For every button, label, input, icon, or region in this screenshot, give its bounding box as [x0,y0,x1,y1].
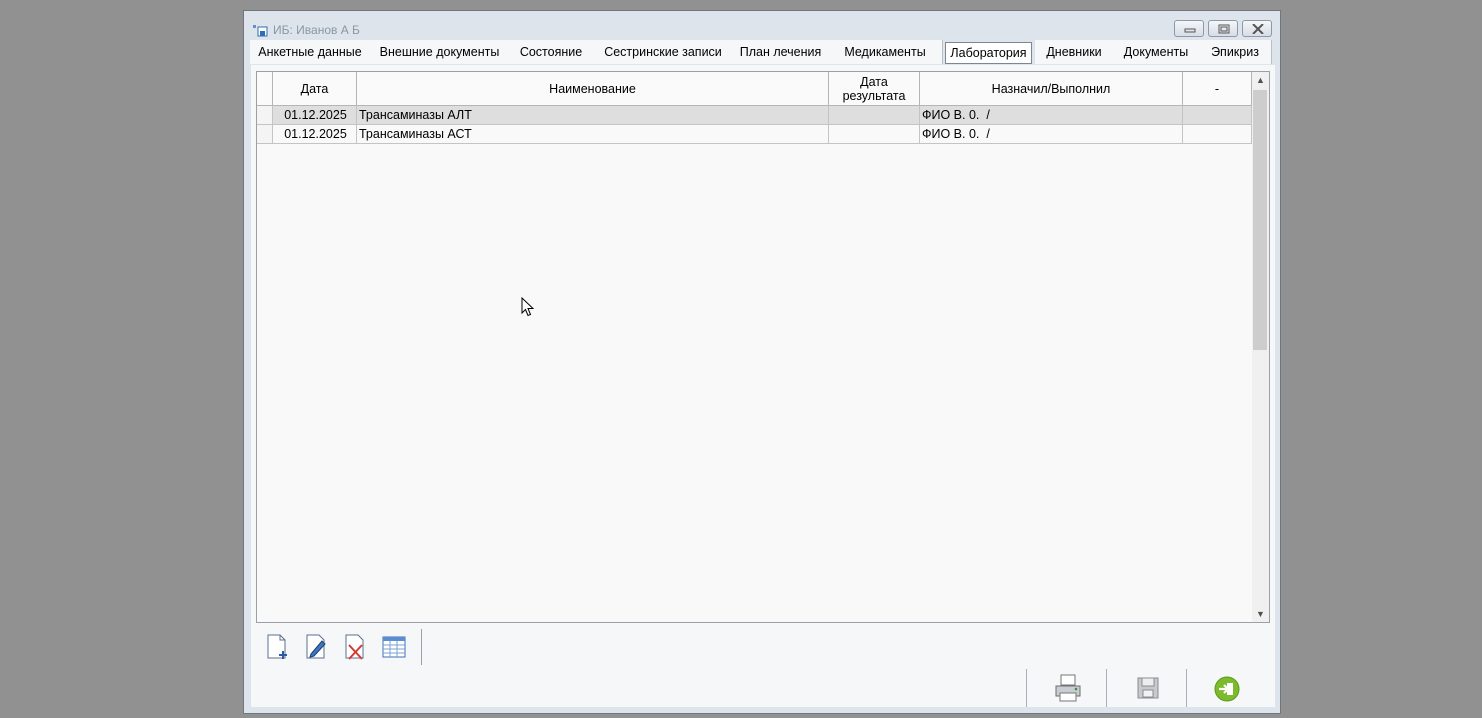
table-row[interactable]: 01.12.2025 Трансаминазы АЛТ ФИО В. 0. / [257,106,1252,125]
scroll-down-icon[interactable]: ▼ [1256,609,1265,619]
row-indicator[interactable] [257,125,273,144]
tab-condition[interactable]: Состояние [509,40,594,64]
cell-date[interactable]: 01.12.2025 [273,125,357,144]
cell-result-date[interactable] [829,125,920,144]
window-title: ИБ: Иванов А Б [273,23,360,37]
restore-icon [1218,24,1230,34]
patient-record-window: ИБ: Иванов А Б Анкетные данные Внешние д… [243,10,1281,714]
cell-name[interactable]: Трансаминазы АЛТ [357,106,829,125]
cell-name[interactable]: Трансаминазы АСТ [357,125,829,144]
cell-extra[interactable] [1183,106,1252,125]
vertical-scrollbar[interactable]: ▲ ▼ [1252,72,1269,622]
table-view-icon[interactable] [381,633,407,661]
column-header-name[interactable]: Наименование [357,72,829,106]
bottom-action-bar [251,669,1275,707]
tab-anketnye[interactable]: Анкетные данные [250,40,371,64]
tab-bar: Анкетные данные Внешние документы Состоя… [250,40,1274,66]
save-disk-icon[interactable] [1133,672,1163,704]
toolbar-separator [421,629,422,665]
exit-icon[interactable] [1212,672,1242,704]
minimize-button[interactable] [1174,20,1204,37]
maximize-button[interactable] [1208,20,1238,37]
app-icon [253,25,268,37]
cell-date[interactable]: 01.12.2025 [273,106,357,125]
table-toolbar [258,627,428,667]
tab-laboratory[interactable]: Лаборатория [945,42,1032,64]
scroll-up-icon[interactable]: ▲ [1256,75,1265,85]
column-header-assigned[interactable]: Назначил/Выполнил [920,72,1183,106]
cell-assigned[interactable]: ФИО В. 0. / [920,106,1183,125]
printer-icon[interactable] [1053,672,1083,704]
lab-table[interactable]: Дата Наименование Дата результата Назнач… [256,71,1270,623]
tab-epicrisis[interactable]: Эпикриз [1199,40,1272,64]
row-indicator-header [257,72,273,106]
add-document-icon[interactable] [264,633,290,661]
delete-document-icon[interactable] [342,633,368,661]
tab-external-docs[interactable]: Внешние документы [370,40,510,64]
column-header-extra[interactable]: - [1183,72,1252,106]
column-header-result-date[interactable]: Дата результата [829,72,920,106]
scrollbar-thumb[interactable] [1253,90,1267,350]
tab-diaries[interactable]: Дневники [1035,40,1114,64]
cell-extra[interactable] [1183,125,1252,144]
mouse-cursor-icon [521,297,535,317]
table-row[interactable]: 01.12.2025 Трансаминазы АСТ ФИО В. 0. / [257,125,1252,144]
minimize-icon [1184,28,1196,33]
close-button[interactable] [1242,20,1272,37]
column-header-date[interactable]: Дата [273,72,357,106]
bottom-separator [1186,669,1187,707]
tab-nursing-notes[interactable]: Сестринские записи [593,40,734,64]
row-indicator[interactable] [257,106,273,125]
cell-assigned[interactable]: ФИО В. 0. / [920,125,1183,144]
bottom-separator [1106,669,1107,707]
bottom-separator [1026,669,1027,707]
laboratory-panel: Дата Наименование Дата результата Назнач… [251,65,1275,669]
tab-documents[interactable]: Документы [1113,40,1200,64]
tab-medications[interactable]: Медикаменты [828,40,943,64]
edit-document-icon[interactable] [303,633,329,661]
tab-treatment-plan[interactable]: План лечения [733,40,829,64]
close-icon [1252,24,1264,34]
cell-result-date[interactable] [829,106,920,125]
